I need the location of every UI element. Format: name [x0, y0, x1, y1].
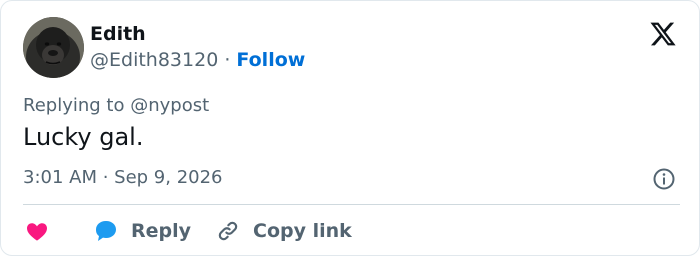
tweet-card: Edith @Edith83120 · Follow Replying to @… [0, 0, 700, 256]
follow-button[interactable]: Follow [236, 49, 305, 71]
divider [23, 204, 680, 205]
user-handle[interactable]: @Edith83120 [90, 49, 218, 71]
handle-row: @Edith83120 · Follow [90, 49, 305, 71]
copy-link-button[interactable]: Copy link [215, 217, 352, 245]
copy-link-label: Copy link [253, 220, 352, 242]
x-logo-icon[interactable] [649, 20, 677, 48]
separator-dot: · [224, 49, 231, 71]
replying-to: Replying to @nypost [23, 95, 209, 116]
replying-prefix: Replying to [23, 95, 125, 116]
display-name[interactable]: Edith [90, 23, 146, 45]
tweet-text: Lucky gal. [23, 123, 144, 151]
reply-label: Reply [131, 220, 192, 242]
heart-icon [27, 223, 47, 241]
gorilla-avatar-icon [23, 17, 84, 78]
speech-bubble-icon [96, 221, 116, 241]
replying-mention[interactable]: @nypost [130, 95, 209, 116]
info-icon[interactable] [652, 167, 676, 191]
link-icon [218, 221, 238, 241]
like-button[interactable] [25, 217, 49, 245]
avatar[interactable] [23, 17, 84, 78]
reply-button[interactable]: Reply [93, 217, 191, 245]
tweet-timestamp[interactable]: 3:01 AM · Sep 9, 2026 [23, 167, 223, 188]
